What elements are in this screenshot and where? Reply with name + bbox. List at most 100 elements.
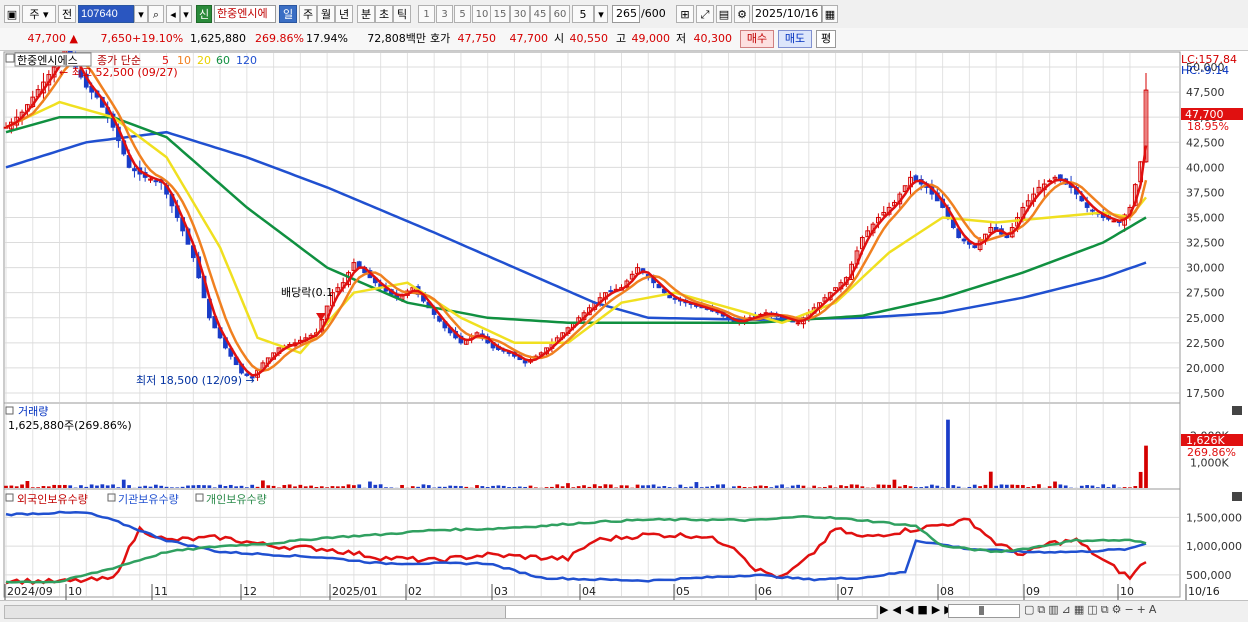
volume-bar <box>1048 486 1052 488</box>
interval-button-3[interactable]: 10 <box>472 5 492 23</box>
price-axis-tick: 22,500 <box>1186 337 1225 350</box>
volume-bar <box>1059 484 1063 488</box>
count-input[interactable]: 265 <box>612 5 640 23</box>
save-icon[interactable]: ▤ <box>716 5 732 23</box>
split-icon[interactable]: ▥ <box>1048 603 1061 616</box>
interval-select[interactable]: 5 <box>572 5 594 23</box>
period-tab-2[interactable]: 월 <box>317 5 335 23</box>
volume-bar <box>320 486 324 488</box>
volume-bar <box>127 485 131 488</box>
volume-bar <box>711 486 715 488</box>
volume-bar <box>1037 484 1041 488</box>
speaker-icon[interactable]: ◂ <box>166 5 180 23</box>
volume-bar <box>978 486 982 488</box>
draw-tool-icon[interactable]: ⤢ <box>696 5 714 23</box>
min-price-text: 최저 18,500 (12/09) <box>136 374 242 387</box>
volume-bar <box>202 485 206 488</box>
volume-bar <box>256 487 260 488</box>
interval-dropdown-icon[interactable]: ▾ <box>594 5 608 23</box>
stop-icon[interactable]: ■ <box>917 603 931 616</box>
date-field[interactable]: 2025/10/16 <box>752 5 822 23</box>
legend-ma60: 60 <box>216 54 230 67</box>
chart-icon[interactable]: ◫ <box>1087 603 1100 616</box>
x-axis-label: 09 <box>1026 585 1040 598</box>
volume-bar <box>593 484 597 488</box>
horizontal-scrollbar[interactable] <box>4 605 878 619</box>
stock-name-field[interactable]: 한중엔시에 <box>214 5 276 23</box>
compare-icon[interactable]: ⧉ <box>1101 603 1112 616</box>
chart-type-select[interactable]: 주 ▾ <box>22 5 56 23</box>
interval-button-4[interactable]: 15 <box>490 5 510 23</box>
volume-bar <box>919 487 923 488</box>
x-axis-label: 06 <box>758 585 772 598</box>
code-dropdown-icon[interactable]: ▾ <box>134 5 148 23</box>
volume-bar <box>898 487 902 488</box>
calendar-icon[interactable]: ▦ <box>822 5 838 23</box>
volume-bar <box>1091 486 1095 488</box>
auto-scale-icon[interactable]: A <box>1149 603 1160 616</box>
scroll-thumb[interactable] <box>505 606 876 618</box>
current-price: 47,700 ▲ <box>6 31 78 47</box>
volume-bar <box>652 485 656 488</box>
volume-bar <box>753 486 757 488</box>
holder-axis-tick: 1,500,000 <box>1186 511 1242 524</box>
zoom-slider[interactable] <box>948 604 1020 618</box>
volume-bar <box>1144 446 1148 488</box>
zoom-slider-handle[interactable] <box>979 606 984 615</box>
stock-code-input[interactable] <box>78 5 134 23</box>
volume-bar <box>925 486 929 488</box>
period-tab-5[interactable]: 초 <box>375 5 393 23</box>
volume-bar <box>555 484 559 488</box>
low-label: 저 <box>676 31 686 47</box>
volume-bar <box>818 487 822 488</box>
volume-bar <box>454 486 458 488</box>
period-tab-0[interactable]: 일 <box>279 5 297 23</box>
interval-button-7[interactable]: 60 <box>550 5 570 23</box>
volume-bar <box>764 486 768 488</box>
period-tab-4[interactable]: 분 <box>357 5 375 23</box>
interval-button-0[interactable]: 1 <box>418 5 435 23</box>
interval-button-6[interactable]: 45 <box>530 5 550 23</box>
volume-bar <box>502 486 506 488</box>
eval-button[interactable]: 평 <box>816 30 836 48</box>
zoom-in-icon[interactable]: + <box>1137 603 1149 616</box>
holder-panel-close-icon[interactable] <box>1232 492 1242 501</box>
speaker-dropdown-icon[interactable]: ▾ <box>180 5 192 23</box>
quote-bar: 47,700 ▲ 7,650 +19.10% 1,625,880 269.86%… <box>0 28 1248 51</box>
gear-icon[interactable]: ⚙ <box>734 5 750 23</box>
ruler-icon[interactable]: ⊿ <box>1062 603 1074 616</box>
interval-value: 5 <box>580 8 587 21</box>
volume-bar <box>15 486 19 488</box>
period-tab-1[interactable]: 주 <box>299 5 317 23</box>
period-tab-3[interactable]: 년 <box>335 5 353 23</box>
price-axis-tick: 37,500 <box>1186 186 1225 199</box>
volume-bar <box>36 487 40 488</box>
volume-ratio: 269.86% <box>250 31 304 47</box>
scroll-right-icon[interactable]: ▶ <box>880 603 892 616</box>
candle-settings-icon[interactable]: ⊞ <box>676 5 694 23</box>
prev-button[interactable]: 전 <box>58 5 76 23</box>
x-axis-label: 07 <box>840 585 854 598</box>
interval-button-1[interactable]: 3 <box>436 5 453 23</box>
volume-bar <box>737 486 741 488</box>
grid-icon[interactable]: ▦ <box>1074 603 1087 616</box>
volume-bar <box>9 486 13 488</box>
rewind-icon[interactable]: ◀◀ <box>892 603 917 616</box>
chart-area[interactable]: 17,50020,00022,50025,00027,50030,00032,5… <box>0 51 1248 601</box>
interval-button-5[interactable]: 30 <box>510 5 530 23</box>
buy-button[interactable]: 매수 <box>740 30 774 48</box>
volume-bar <box>946 420 950 488</box>
copy-icon[interactable]: ⧉ <box>1037 603 1048 616</box>
volume-bar <box>165 487 169 488</box>
zoom-out-icon[interactable]: − <box>1124 603 1136 616</box>
sell-button[interactable]: 매도 <box>778 30 812 48</box>
settings-icon[interactable]: ⚙ <box>1112 603 1125 616</box>
volume-panel-close-icon[interactable] <box>1232 406 1242 415</box>
layout-icon[interactable]: ▢ <box>1024 603 1037 616</box>
period-tab-6[interactable]: 틱 <box>393 5 411 23</box>
window-menu-icon[interactable]: ▣ <box>4 5 20 23</box>
volume-bar <box>523 487 527 488</box>
volume-bar <box>84 487 88 488</box>
interval-button-2[interactable]: 5 <box>454 5 471 23</box>
search-icon[interactable]: ⌕ <box>148 5 164 23</box>
